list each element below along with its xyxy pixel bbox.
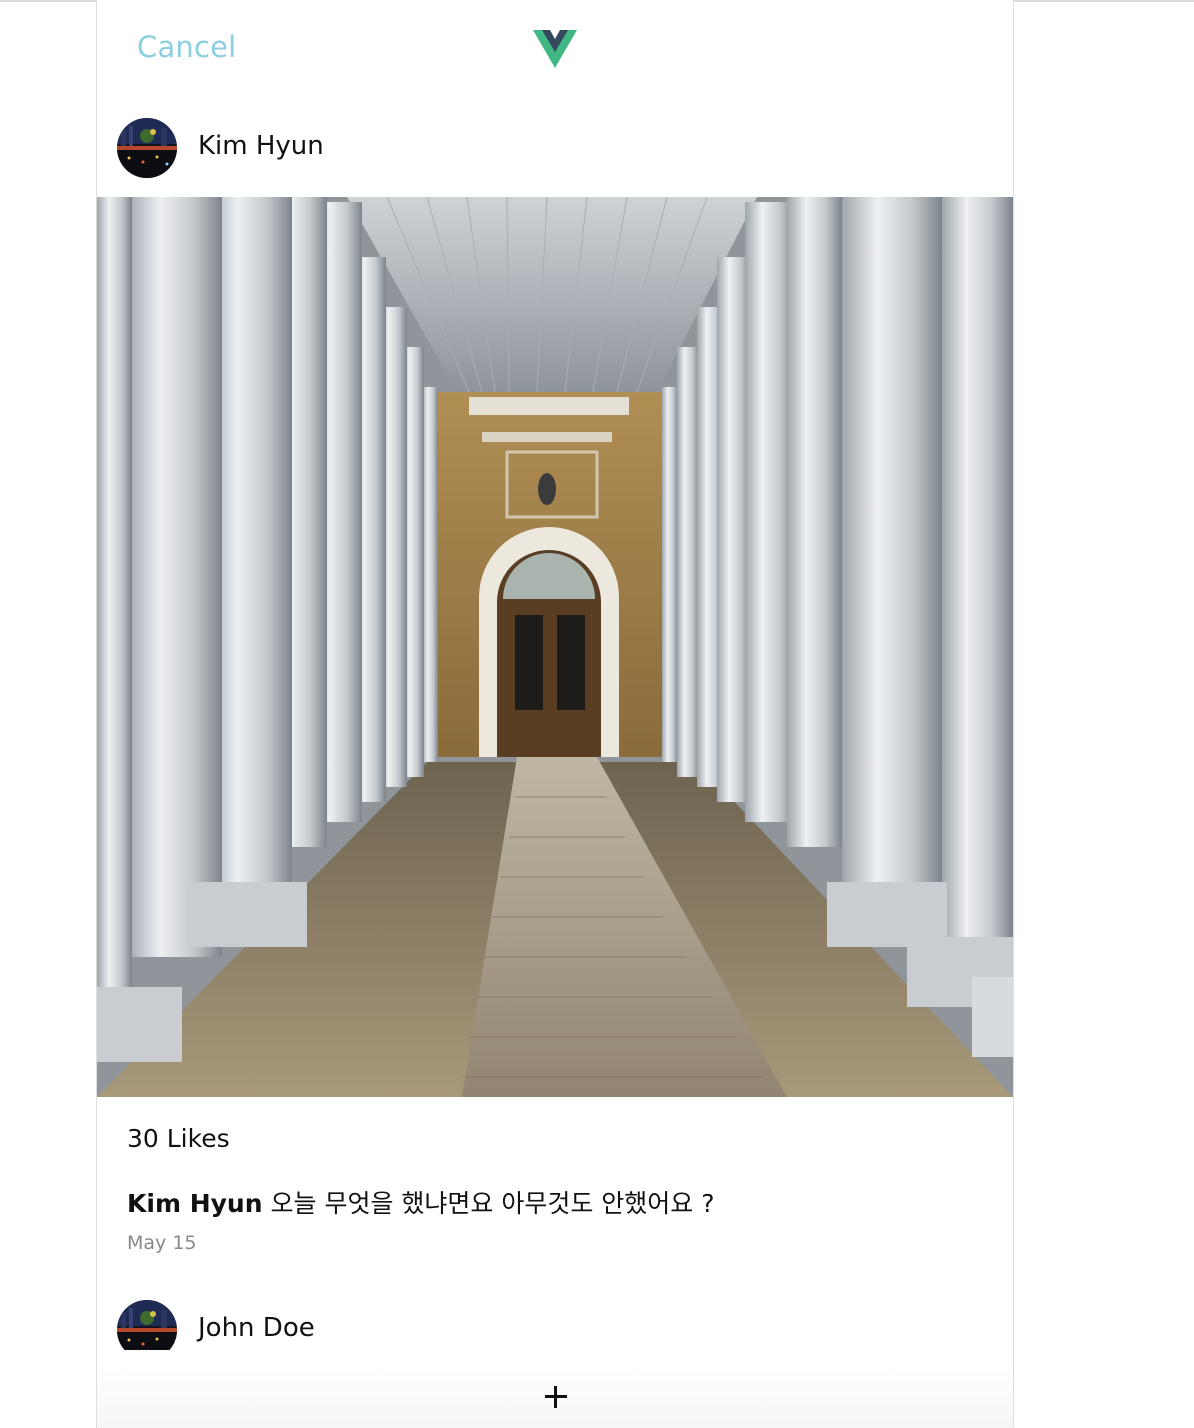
post-header: Kim Hyun <box>117 118 717 180</box>
second-post: John Doe <box>97 1300 1013 1350</box>
vue-logo-icon <box>533 30 577 68</box>
night-city-avatar-icon <box>117 1300 177 1350</box>
caption-text: 오늘 무엇을 했냐면요 아무것도 안했어요 ? <box>270 1189 715 1218</box>
post-caption: Kim Hyun 오늘 무엇을 했냐면요 아무것도 안했어요 ? <box>127 1184 715 1220</box>
caption-author[interactable]: Kim Hyun <box>127 1189 263 1218</box>
app-frame: Cancel Kim Hyun 30 Likes Kim Hyun 오늘 무엇을… <box>96 0 1014 1428</box>
header: Cancel <box>97 2 1013 98</box>
night-city-avatar-icon <box>117 118 177 178</box>
post-date: May 15 <box>127 1232 197 1254</box>
colonnade-photo <box>97 197 1013 1097</box>
avatar[interactable] <box>117 1300 177 1350</box>
post-header: John Doe <box>117 1300 717 1350</box>
post-username[interactable]: Kim Hyun <box>198 131 324 161</box>
post-photo[interactable] <box>97 197 1013 1097</box>
footer-bar <box>97 1368 1013 1428</box>
cancel-button[interactable]: Cancel <box>137 30 236 64</box>
post-username[interactable]: John Doe <box>198 1313 315 1343</box>
plus-icon[interactable] <box>545 1386 567 1408</box>
avatar[interactable] <box>117 118 177 178</box>
likes-count: 30 Likes <box>127 1124 230 1153</box>
